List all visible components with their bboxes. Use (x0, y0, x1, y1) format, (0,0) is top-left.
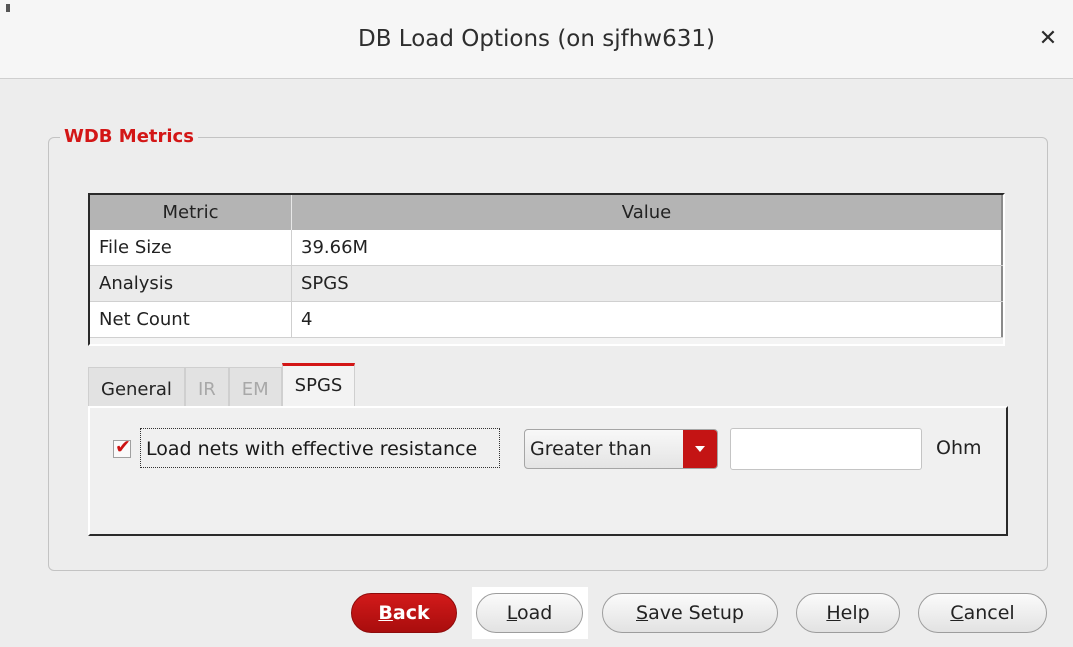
table-cell-metric: File Size (90, 230, 292, 265)
table-cell-metric: Analysis (90, 266, 292, 301)
back-label: ack (392, 602, 430, 624)
help-button[interactable]: Help (796, 593, 900, 633)
cancel-mnemonic: C (950, 602, 964, 624)
save-setup-mnemonic: S (636, 602, 649, 624)
close-icon[interactable]: ✕ (1037, 28, 1059, 50)
cancel-label: ancel (963, 602, 1015, 624)
comparison-select[interactable]: Greater than (524, 429, 718, 469)
dropdown-button[interactable] (683, 430, 717, 468)
corner-mark (6, 4, 10, 12)
table-row[interactable]: Net Count 4 (90, 302, 1003, 338)
chevron-down-icon (695, 446, 705, 452)
resistance-input[interactable] (730, 428, 922, 470)
column-header-metric[interactable]: Metric (90, 195, 292, 230)
help-label: elp (840, 602, 870, 624)
spgs-tab-panel (88, 406, 1008, 536)
tab-general[interactable]: General (88, 367, 185, 407)
window-title: DB Load Options (on sjfhw631) (357, 26, 715, 52)
title-bar: DB Load Options (on sjfhw631) ✕ (0, 0, 1073, 79)
tab-ir[interactable]: IR (184, 367, 229, 407)
table-cell-metric: Net Count (90, 302, 292, 337)
load-button[interactable]: Load (476, 593, 583, 633)
check-icon: ✔ (115, 436, 131, 458)
cancel-button[interactable]: Cancel (918, 593, 1047, 633)
back-button[interactable]: Back (351, 593, 457, 633)
tab-bar: General IR EM SPGS (88, 363, 356, 407)
save-setup-label: ave Setup (648, 602, 744, 624)
table-header: Metric Value (90, 195, 1003, 230)
load-nets-label[interactable]: Load nets with effective resistance (140, 428, 500, 468)
load-mnemonic: L (506, 602, 517, 624)
load-nets-checkbox[interactable]: ✔ (113, 436, 131, 458)
load-label: oad (516, 602, 553, 624)
group-title: WDB Metrics (60, 126, 198, 147)
tab-spgs[interactable]: SPGS (281, 363, 356, 407)
metrics-table: Metric Value File Size 39.66M Analysis S… (88, 193, 1005, 346)
table-row[interactable]: File Size 39.66M (90, 230, 1003, 266)
column-header-value[interactable]: Value (292, 195, 1003, 230)
tab-em[interactable]: EM (228, 367, 282, 407)
unit-label: Ohm (936, 437, 982, 459)
table-row[interactable]: Analysis SPGS (90, 266, 1003, 302)
help-mnemonic: H (826, 602, 841, 624)
table-cell-value: 4 (292, 302, 1003, 337)
table-cell-value: 39.66M (292, 230, 1003, 265)
comparison-select-value: Greater than (530, 438, 652, 460)
save-setup-button[interactable]: Save Setup (602, 593, 778, 633)
back-mnemonic: B (378, 602, 393, 624)
table-cell-value: SPGS (292, 266, 1003, 301)
